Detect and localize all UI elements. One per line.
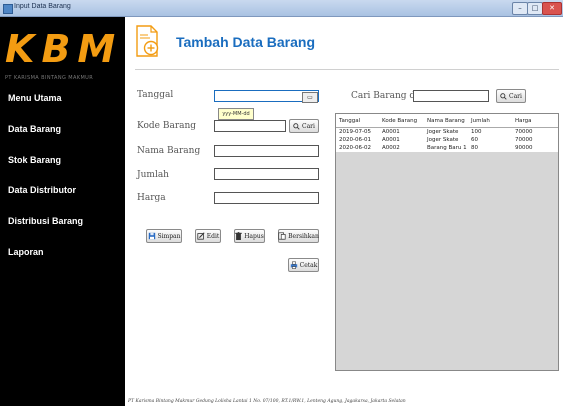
sidebar-item-menu-utama[interactable]: Menu Utama [8, 93, 62, 103]
logo-text: KBM [5, 27, 123, 71]
table-row[interactable]: 2020-06-02 A0002 Barang Baru 1 80 90000 [336, 144, 558, 152]
simpan-label: Simpan [157, 232, 181, 240]
calendar-button[interactable]: ▭ [302, 92, 318, 103]
cell-harga: 70000 [515, 137, 533, 143]
sidebar-item-data-distributor[interactable]: Data Distributor [8, 185, 76, 195]
cell-tanggal: 2020-06-01 [339, 137, 371, 143]
page-title: Tambah Data Barang [176, 34, 315, 50]
cetak-label: Cetak [299, 261, 318, 269]
logo-tagline: PT KARISMA BINTANG MAKMUR [5, 75, 94, 81]
footer-address: PT Karisma Bintang Makmur Gedung Lolisha… [128, 399, 406, 404]
cetak-button[interactable]: Cetak [288, 258, 319, 272]
cell-jumlah: 100 [471, 129, 482, 135]
window-title: Input Data Barang [14, 3, 71, 10]
search-cari-button[interactable]: Cari [496, 89, 526, 103]
header-divider [135, 69, 559, 70]
cell-nama-barang: Joger Skate [427, 137, 459, 143]
edit-button[interactable]: Edit [195, 229, 221, 243]
kode-cari-label: Cari [302, 122, 315, 130]
hapus-button[interactable]: Hapus [234, 229, 265, 243]
close-button[interactable]: ✕ [542, 2, 562, 15]
column-header-jumlah[interactable]: Jumlah [471, 118, 490, 124]
kode-barang-label: Kode Barang [137, 121, 197, 131]
cell-harga: 70000 [515, 129, 533, 135]
trash-icon [235, 232, 242, 240]
column-header-kode-barang[interactable]: Kode Barang [382, 118, 417, 124]
column-header-nama-barang[interactable]: Nama Barang [427, 118, 465, 124]
search-cari-label: Cari [509, 92, 522, 100]
cell-kode-barang: A0002 [382, 145, 400, 151]
column-header-tanggal[interactable]: Tanggal [339, 118, 360, 124]
column-header-harga[interactable]: Harga [515, 118, 532, 124]
jumlah-field[interactable] [214, 168, 319, 180]
search-icon [293, 122, 300, 130]
cell-jumlah: 80 [471, 145, 478, 151]
data-barang-table[interactable]: Tanggal Kode Barang Nama Barang Jumlah H… [335, 113, 559, 371]
sidebar-item-distribusi-barang[interactable]: Distribusi Barang [8, 216, 83, 226]
sidebar: KBM PT KARISMA BINTANG MAKMUR Menu Utama… [0, 17, 125, 406]
sidebar-item-stok-barang[interactable]: Stok Barang [8, 155, 61, 165]
minimize-button[interactable]: – [512, 2, 528, 15]
table-row[interactable]: 2020-06-01 A0001 Joger Skate 60 70000 [336, 136, 558, 144]
table-row[interactable]: 2019-07-05 A0001 Joger Skate 100 70000 [336, 128, 558, 136]
cell-kode-barang: A0001 [382, 129, 400, 135]
sidebar-item-laporan[interactable]: Laporan [8, 247, 44, 257]
edit-icon [197, 232, 205, 240]
clear-icon [278, 232, 286, 240]
save-icon [148, 232, 155, 240]
date-format-tooltip: yyy-MM-dd [218, 108, 254, 120]
bersihkan-button[interactable]: Bersihkan [278, 229, 319, 243]
nama-barang-field[interactable] [214, 145, 319, 157]
kode-barang-field[interactable] [214, 120, 286, 132]
hapus-label: Hapus [244, 232, 264, 240]
cell-nama-barang: Joger Skate [427, 129, 459, 135]
cell-tanggal: 2020-06-02 [339, 145, 371, 151]
cell-harga: 90000 [515, 145, 533, 151]
kbm-logo: KBM PT KARISMA BINTANG MAKMUR [5, 27, 117, 83]
cell-jumlah: 60 [471, 137, 478, 143]
add-document-icon [136, 25, 159, 57]
table-header: Tanggal Kode Barang Nama Barang Jumlah H… [336, 114, 558, 128]
sidebar-item-data-barang[interactable]: Data Barang [8, 124, 61, 134]
nama-barang-label: Nama Barang [137, 146, 201, 156]
harga-field[interactable] [214, 192, 319, 204]
kode-cari-button[interactable]: Cari [289, 119, 319, 133]
app-icon [3, 4, 13, 14]
search-icon [500, 92, 507, 100]
harga-label: Harga [137, 193, 166, 203]
cell-tanggal: 2019-07-05 [339, 129, 371, 135]
window-title-bar: Input Data Barang – □ ✕ [0, 0, 563, 17]
bersihkan-label: Bersihkan [288, 232, 319, 240]
cari-barang-input[interactable] [413, 90, 489, 102]
edit-label: Edit [206, 232, 220, 240]
cell-nama-barang: Barang Baru 1 [427, 145, 467, 151]
print-icon [290, 261, 297, 269]
jumlah-label: Jumlah [137, 170, 169, 180]
tanggal-label: Tanggal [137, 90, 174, 100]
simpan-button[interactable]: Simpan [146, 229, 182, 243]
cell-kode-barang: A0001 [382, 137, 400, 143]
maximize-button[interactable]: □ [527, 2, 543, 15]
